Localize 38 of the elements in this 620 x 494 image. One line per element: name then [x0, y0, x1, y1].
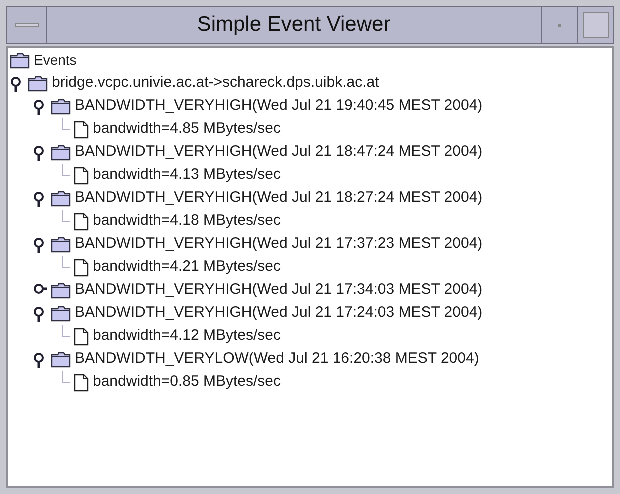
tree-node-label[interactable]: BANDWIDTH_VERYLOW(Wed Jul 21 16:20:38 MEST 2004)	[75, 348, 480, 371]
tree-node-label[interactable]: BANDWIDTH_VERYHIGH(Wed Jul 21 17:24:03 MEST 2004)	[75, 302, 483, 325]
expanded-handle-icon[interactable]	[10, 76, 24, 92]
tree-node-label[interactable]: BANDWIDTH_VERYHIGH(Wed Jul 21 18:47:24 MEST 2004)	[75, 141, 483, 164]
tree-node-label[interactable]: Events	[34, 50, 77, 71]
tree-node-label[interactable]: bandwidth=4.12 MBytes/sec	[93, 325, 282, 348]
expanded-handle-icon[interactable]	[33, 190, 47, 206]
tree-node-label[interactable]: bandwidth=0.85 MBytes/sec	[93, 371, 282, 394]
file-icon	[74, 166, 89, 184]
tree-node-label[interactable]: bandwidth=4.21 MBytes/sec	[93, 256, 282, 279]
tree-node-label[interactable]: BANDWIDTH_VERYHIGH(Wed Jul 21 17:37:23 MEST 2004)	[75, 233, 483, 256]
expanded-handle-icon[interactable]	[33, 306, 47, 322]
tree-node-label[interactable]: bridge.vcpc.univie.ac.at->schareck.dps.uibk.ac.at	[52, 72, 380, 95]
file-icon	[74, 212, 89, 230]
folder-icon	[51, 236, 71, 252]
folder-icon	[51, 144, 71, 160]
folder-icon	[51, 190, 71, 206]
folder-icon	[51, 282, 71, 298]
tree-node-label[interactable]: bandwidth=4.13 MBytes/sec	[93, 164, 282, 187]
expanded-handle-icon[interactable]	[33, 98, 47, 114]
file-icon	[74, 374, 89, 392]
expanded-handle-icon[interactable]	[33, 236, 47, 252]
folder-icon	[51, 306, 71, 322]
expanded-handle-icon[interactable]	[33, 352, 47, 368]
window-title: Simple Event Viewer	[196, 12, 392, 38]
tree-node-label[interactable]: bandwidth=4.85 MBytes/sec	[93, 118, 282, 141]
expanded-handle-icon[interactable]	[33, 144, 47, 160]
tree-node-label[interactable]: BANDWIDTH_VERYHIGH(Wed Jul 21 17:34:03 MEST 2004)	[75, 279, 483, 302]
folder-icon	[51, 352, 71, 368]
tree-node-label[interactable]: BANDWIDTH_VERYHIGH(Wed Jul 21 18:27:24 MEST 2004)	[75, 187, 483, 210]
tree-node-label[interactable]: BANDWIDTH_VERYHIGH(Wed Jul 21 19:40:45 MEST 2004)	[75, 95, 483, 118]
folder-icon	[51, 98, 71, 114]
folder-icon	[28, 76, 48, 92]
file-icon	[74, 328, 89, 346]
file-icon	[74, 258, 89, 276]
file-icon	[74, 120, 89, 138]
folder-icon	[10, 52, 30, 68]
tree-node-label[interactable]: bandwidth=4.18 MBytes/sec	[93, 210, 282, 233]
